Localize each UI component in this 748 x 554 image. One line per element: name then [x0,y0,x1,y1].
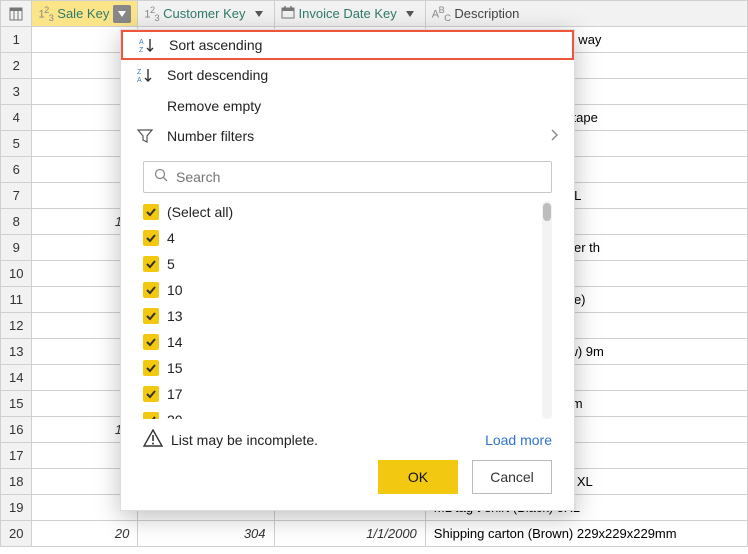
row-number: 15 [1,391,32,417]
filter-value-label: 14 [167,334,183,350]
row-number: 3 [1,79,32,105]
row-number: 10 [1,261,32,287]
remove-empty-label: Remove empty [167,98,261,114]
row-number: 7 [1,183,32,209]
number-filters-label: Number filters [167,128,254,144]
number-filters-item[interactable]: Number filters [121,121,574,151]
sort-descending-item[interactable]: ZA Sort descending [121,60,574,90]
row-number: 8 [1,209,32,235]
row-number: 14 [1,365,32,391]
filter-dropdown-button[interactable] [113,5,131,23]
row-number: 19 [1,495,32,521]
filter-dropdown-button[interactable] [250,5,268,23]
sort-desc-icon: ZA [137,67,157,83]
row-number: 1 [1,27,32,53]
table-row[interactable]: 20203041/1/2000Shipping carton (Brown) 2… [1,521,748,547]
filter-value-label: 10 [167,282,183,298]
row-number: 18 [1,469,32,495]
svg-text:A: A [137,77,142,83]
filter-value-item[interactable]: 13 [143,305,536,327]
filter-value-item[interactable]: (Select all) [143,201,536,223]
warning-icon [143,429,163,450]
sort-ascending-item[interactable]: AZ Sort ascending [121,30,574,60]
sort-asc-icon: AZ [139,37,159,53]
ok-button[interactable]: OK [378,460,458,494]
search-icon [154,168,168,187]
checkbox-checked-icon [143,282,159,298]
datatype-number-icon: 123 [144,5,159,23]
row-number: 20 [1,521,32,547]
row-number: 12 [1,313,32,339]
remove-empty-item[interactable]: Remove empty [121,91,574,121]
filter-value-item[interactable]: 5 [143,253,536,275]
column-header-description[interactable]: ABC Description [425,1,747,27]
select-all-corner[interactable] [1,1,32,27]
svg-text:Z: Z [139,47,144,53]
filter-value-item[interactable]: 15 [143,357,536,379]
row-number: 2 [1,53,32,79]
filter-value-item[interactable]: 14 [143,331,536,353]
filter-search-input[interactable] [176,169,541,185]
row-number: 5 [1,131,32,157]
filter-value-label: 20 [167,412,183,419]
row-number: 17 [1,443,32,469]
column-header-invoice-date[interactable]: Invoice Date Key [274,1,425,27]
filter-value-label: 5 [167,256,175,272]
cell-customer-key[interactable]: 304 [138,521,274,547]
funnel-icon [137,128,157,144]
checkbox-checked-icon [143,386,159,402]
column-header-customer-key[interactable]: 123 Customer Key [138,1,274,27]
cell-invoice-date[interactable]: 1/1/2000 [274,521,425,547]
sort-ascending-label: Sort ascending [169,37,262,53]
checkbox-checked-icon [143,204,159,220]
column-header-sale-key[interactable]: 123 Sale Key [32,1,138,27]
row-number: 9 [1,235,32,261]
filter-value-label: 13 [167,308,183,324]
filter-value-label: 17 [167,386,183,402]
checkbox-checked-icon [143,256,159,272]
filter-list-scrollbar[interactable] [542,201,552,419]
row-number: 6 [1,157,32,183]
cell-sale-key[interactable]: 20 [32,521,138,547]
checkbox-checked-icon [143,360,159,376]
filter-value-label: (Select all) [167,204,233,220]
incomplete-list-message: List may be incomplete. [171,432,318,448]
filter-value-item[interactable]: 4 [143,227,536,249]
filter-search-box[interactable] [143,161,552,193]
filter-value-label: 4 [167,230,175,246]
datatype-number-icon: 123 [38,5,53,23]
row-number: 11 [1,287,32,313]
svg-text:Z: Z [137,69,142,76]
sort-descending-label: Sort descending [167,67,268,83]
filter-dropdown-button[interactable] [401,5,419,23]
row-number: 4 [1,105,32,131]
checkbox-checked-icon [143,412,159,419]
checkbox-checked-icon [143,308,159,324]
load-more-link[interactable]: Load more [485,432,552,448]
row-number: 13 [1,339,32,365]
chevron-right-icon [550,128,558,144]
datatype-date-icon [281,6,295,22]
filter-value-label: 15 [167,360,183,376]
datatype-text-icon: ABC [432,5,451,23]
row-number: 16 [1,417,32,443]
filter-value-item[interactable]: 10 [143,279,536,301]
column-filter-panel: AZ Sort ascending ZA Sort descending Rem… [120,29,575,511]
checkbox-checked-icon [143,230,159,246]
filter-value-item[interactable]: 20 [143,409,536,419]
filter-value-item[interactable]: 17 [143,383,536,405]
checkbox-checked-icon [143,334,159,350]
cell-description[interactable]: Shipping carton (Brown) 229x229x229mm [425,521,747,547]
svg-text:A: A [139,39,144,46]
cancel-button[interactable]: Cancel [472,460,552,494]
